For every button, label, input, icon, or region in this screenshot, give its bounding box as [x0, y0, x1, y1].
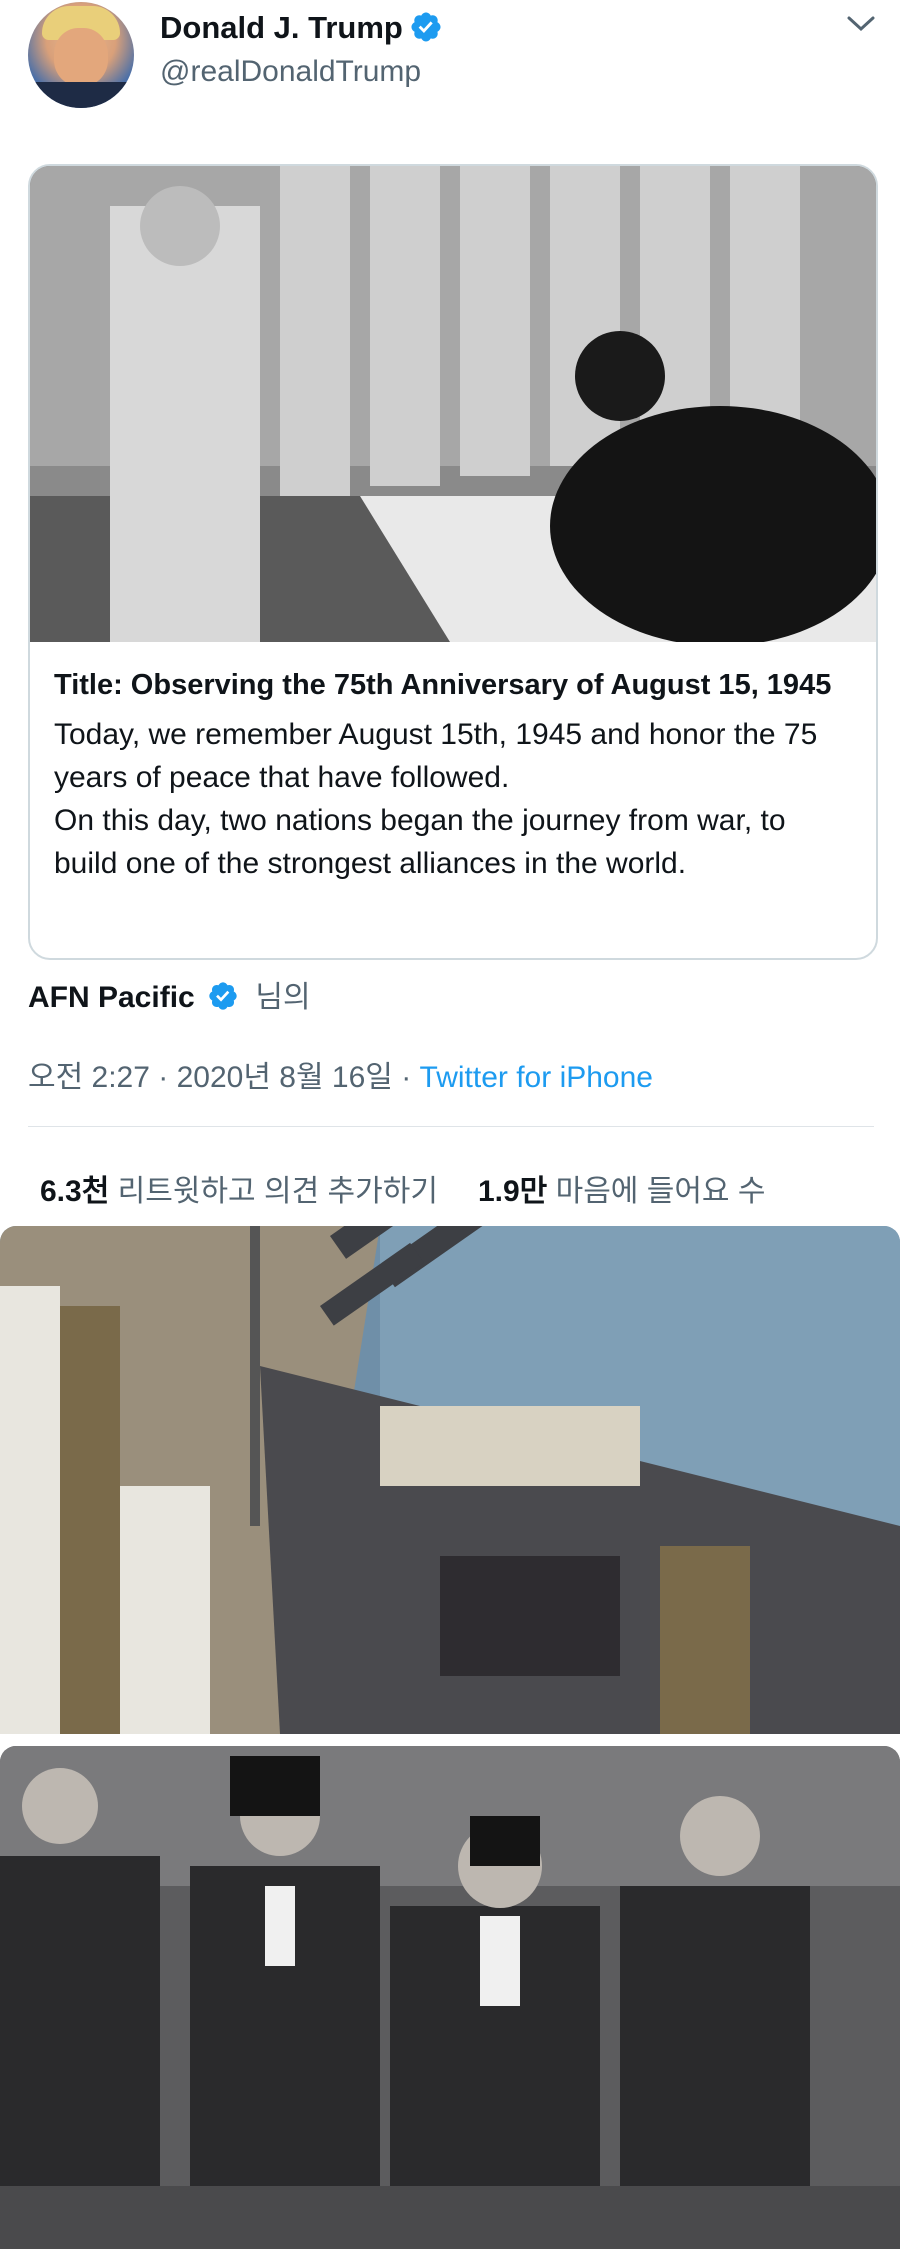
- retweets-label: 리트윗하고 의견 추가하기: [117, 1175, 438, 1208]
- chevron-down-icon[interactable]: [846, 14, 876, 34]
- verified-badge-icon: [411, 12, 441, 42]
- retweets-count: 6.3천: [40, 1175, 110, 1208]
- display-name[interactable]: Donald J. Trump: [160, 10, 443, 46]
- meta-separator: ·: [149, 1061, 177, 1094]
- card-image: [30, 166, 876, 642]
- client-link[interactable]: Twitter for iPhone: [420, 1061, 653, 1094]
- tweet-meta: 오전 2:27 · 2020년 8월 16일 · Twitter for iPh…: [28, 1052, 653, 1096]
- media-photo-ship-deck[interactable]: [0, 1226, 900, 1734]
- user-handle[interactable]: @realDonaldTrump: [160, 55, 421, 89]
- retweets-stat[interactable]: 6.3천 리트윗하고 의견 추가하기: [40, 1175, 438, 1208]
- meta-separator: ·: [392, 1061, 420, 1094]
- source-name[interactable]: AFN Pacific: [28, 981, 195, 1014]
- likes-count: 1.9만: [477, 1175, 548, 1208]
- source-suffix: 님의: [255, 981, 311, 1014]
- likes-label: 마음에 들어요 수: [555, 1175, 766, 1208]
- tweet-header: Donald J. Trump @realDonaldTrump: [0, 0, 900, 140]
- display-name-text: Donald J. Trump: [160, 10, 403, 45]
- likes-stat[interactable]: 1.9만 마음에 들어요 수: [478, 1175, 766, 1208]
- avatar[interactable]: [28, 2, 134, 108]
- card-title: Title: Observing the 75th Anniversary of…: [54, 669, 832, 701]
- card-description: Today, we remember August 15th, 1945 and…: [54, 718, 818, 880]
- verified-badge-icon: [209, 982, 237, 1010]
- divider: [28, 1126, 874, 1127]
- link-card[interactable]: Title: Observing the 75th Anniversary of…: [28, 164, 878, 960]
- tweet-time[interactable]: 오전 2:27: [28, 1061, 150, 1094]
- tweet-date[interactable]: 2020년 8월 16일: [177, 1061, 393, 1094]
- tweet-stats: 6.3천 리트윗하고 의견 추가하기 1.9만 마음에 들어요 수: [40, 1166, 765, 1210]
- media-photo-delegation[interactable]: [0, 1746, 900, 2249]
- source-attribution[interactable]: AFN Pacific 님의: [28, 972, 311, 1016]
